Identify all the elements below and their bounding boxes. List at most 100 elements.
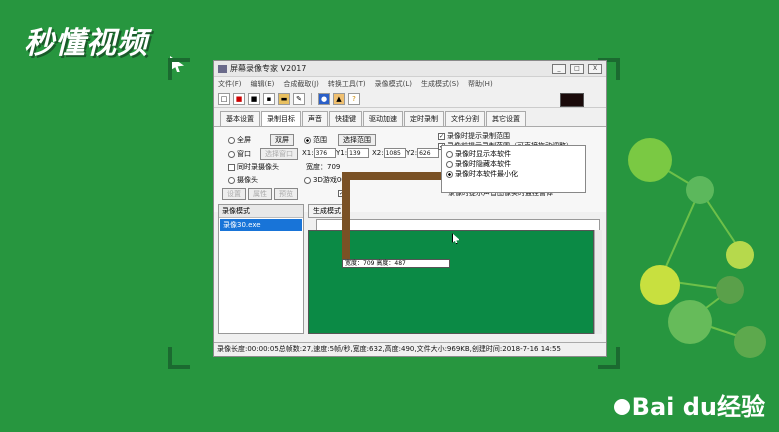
minimize-button[interactable]: _ [552, 63, 566, 74]
tab-timer[interactable]: 定时录制 [404, 111, 444, 126]
settings-button[interactable]: 设置 [222, 188, 246, 200]
menu-edit[interactable]: 编辑(E) [251, 79, 275, 89]
frame-corner-top-left [168, 58, 190, 80]
dropdown-option-hide[interactable]: 录像时隐藏本软件 [446, 159, 581, 169]
list-item[interactable]: 录像30.exe [220, 219, 302, 231]
x2-label: X2: [372, 149, 384, 157]
x1-field[interactable]: 376 [313, 148, 336, 158]
window-title: 屏幕录像专家 V2017 [230, 64, 307, 73]
checkbox-hint-range[interactable]: ✓ 录像时提示录制范围 [438, 131, 510, 141]
radio-icon [228, 136, 235, 144]
pause-icon[interactable]: ▪ [263, 92, 275, 105]
double-screen-button[interactable]: 双屏 [270, 134, 294, 146]
menu-generate-mode[interactable]: 生成模式(S) [421, 79, 459, 89]
list-header: 录像模式 [219, 205, 303, 218]
vertical-scrollbar[interactable] [594, 230, 602, 334]
properties-button[interactable]: 属性 [248, 188, 272, 200]
selection-height: 高度：487 [376, 260, 406, 267]
radio-icon [304, 136, 311, 144]
menu-bar: 文件(F) 编辑(E) 合成截取(J) 转换工具(T) 录像模式(L) 生成模式… [214, 77, 606, 90]
checkbox-icon [228, 163, 235, 171]
close-button[interactable]: X [588, 63, 602, 74]
checkbox-record-camera[interactable]: 同时录摄像头 [228, 162, 279, 172]
dropdown-option-minimize[interactable]: 录像时本软件最小化 [446, 169, 581, 179]
edit-icon[interactable]: ✎ [293, 92, 305, 105]
y2-label: Y2: [406, 149, 418, 157]
coord-y1: Y1: 139 [336, 148, 370, 158]
menu-file[interactable]: 文件(F) [218, 79, 242, 89]
menu-record-mode[interactable]: 录像模式(L) [375, 79, 412, 89]
coord-x2: X2: 1085 [372, 148, 406, 158]
app-icon [218, 64, 227, 73]
option-label: 录像时隐藏本软件 [455, 160, 511, 168]
radio-icon [446, 160, 453, 168]
select-window-button[interactable]: 选择窗口 [260, 148, 298, 160]
paw-icon [613, 399, 630, 415]
full-screen-label: 全屏 [237, 136, 251, 144]
maximize-button[interactable]: □ [570, 63, 584, 74]
width-readout: 宽度：709 [306, 163, 341, 171]
folder-icon[interactable]: ▬ [278, 92, 290, 105]
generate-mode-tab[interactable]: 生成模式 [308, 204, 346, 218]
option-label: 录像时显示本软件 [455, 150, 511, 158]
record-camera-label: 同时录摄像头 [237, 163, 279, 171]
toolbar-separator [311, 92, 312, 105]
selection-size-label: 宽度：709 高度：487 [342, 259, 450, 268]
frame-corner-bottom-left [168, 347, 190, 369]
x1-label: X1: [302, 149, 314, 157]
tab-bar: 基本设置 录制目标 声音 快捷键 驱动加速 定时录制 文件分割 其它设置 [214, 111, 606, 126]
menu-compose[interactable]: 合成截取(J) [283, 79, 319, 89]
coord-x1: X1: 376 [302, 148, 336, 158]
camera-label: 摄像头 [237, 176, 258, 184]
tab-sound[interactable]: 声音 [302, 111, 328, 126]
radio-icon [228, 150, 235, 158]
menu-tools[interactable]: 转换工具(T) [328, 79, 366, 89]
tab-basic[interactable]: 基本设置 [220, 111, 260, 126]
tab-split[interactable]: 文件分割 [445, 111, 485, 126]
hint-range-label: 录像时提示录制范围 [447, 132, 510, 140]
radio-icon [446, 150, 453, 158]
title-bar: 屏幕录像专家 V2017 _ □ X [214, 61, 606, 77]
menu-help[interactable]: 帮助(H) [468, 79, 493, 89]
radio-window[interactable]: 窗口 [228, 149, 251, 159]
range-label: 范围 [313, 136, 327, 144]
checkbox-icon: ✓ [438, 132, 445, 140]
x2-field[interactable]: 1085 [383, 148, 406, 158]
decorative-network-icons [628, 138, 766, 358]
y1-label: Y1: [336, 149, 348, 157]
record-icon[interactable]: ■ [233, 92, 245, 105]
selection-width: 宽度：709 [345, 260, 375, 267]
tool-icon[interactable]: ▲ [333, 92, 345, 105]
radio-icon [446, 170, 453, 178]
tab-other[interactable]: 其它设置 [486, 111, 526, 126]
stop-icon[interactable]: ■ [248, 92, 260, 105]
help-icon[interactable]: ? [348, 92, 360, 105]
dropdown-option-show[interactable]: 录像时显示本软件 [446, 149, 581, 159]
radio-icon [228, 176, 235, 184]
baidu-watermark: Bai du经验 [613, 387, 765, 422]
game-3d-label: 3D游戏 [313, 176, 337, 184]
selection-frame[interactable] [342, 172, 452, 264]
watermark-text: Bai du经验 [631, 393, 765, 421]
y2-field[interactable]: 626 [417, 148, 440, 158]
new-icon[interactable]: □ [218, 92, 230, 105]
tab-hotkey[interactable]: 快捷键 [329, 111, 362, 126]
preview-thumbnail [560, 93, 584, 107]
status-bar: 录像长度:00:00:05总帧数:27,速度:5帧/秒,宽度:632,高度:49… [214, 342, 606, 356]
tab-target[interactable]: 录制目标 [261, 111, 301, 126]
toolbar: □ ■ ■ ▪ ▬ ✎ ● ▲ ? [214, 90, 606, 108]
radio-range[interactable]: 范围 [304, 135, 327, 145]
tab-driver[interactable]: 驱动加速 [363, 111, 403, 126]
window-label: 窗口 [237, 150, 251, 158]
radio-full-screen[interactable]: 全屏 [228, 135, 251, 145]
radio-icon [304, 176, 311, 184]
option-label: 录像时本软件最小化 [455, 170, 518, 178]
radio-camera[interactable]: 摄像头 [228, 175, 258, 185]
globe-icon[interactable]: ● [318, 92, 330, 105]
preview-button[interactable]: 预览 [274, 188, 298, 200]
y1-field[interactable]: 139 [347, 148, 370, 158]
display-mode-dropdown: 录像时显示本软件 录像时隐藏本软件 录像时本软件最小化 [441, 145, 586, 193]
select-range-button[interactable]: 选择范围 [338, 134, 376, 146]
radio-3d-game[interactable]: 3D游戏00 [304, 175, 346, 185]
record-mode-list: 录像模式 录像30.exe [218, 204, 304, 334]
